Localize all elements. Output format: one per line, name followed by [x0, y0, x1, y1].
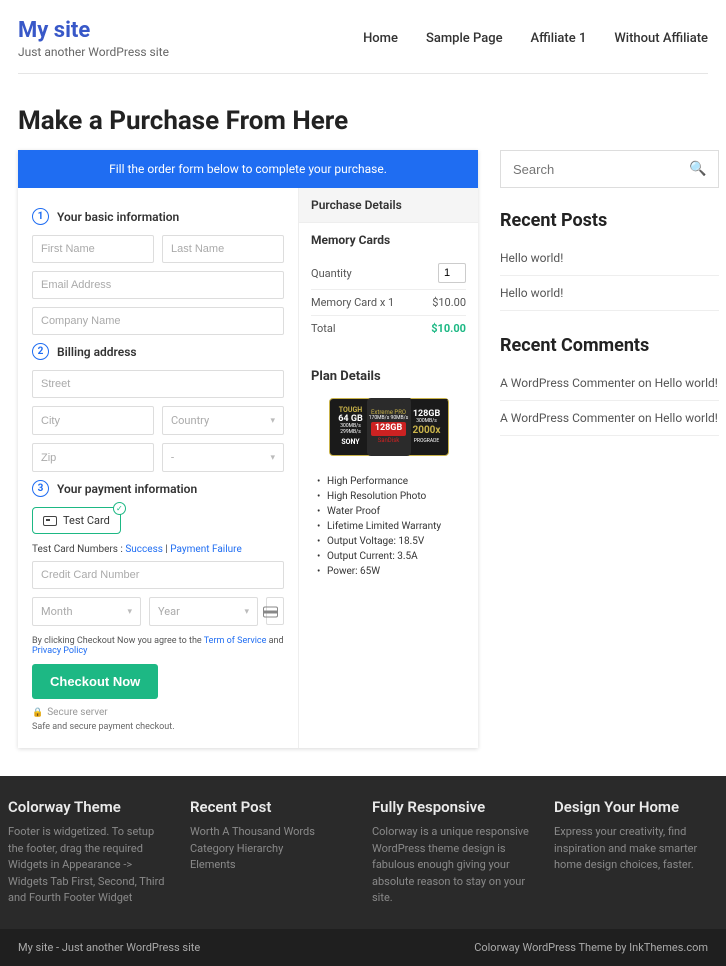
check-icon: ✓ [113, 502, 126, 515]
step-1-title: Your basic information [57, 210, 179, 224]
zip-input[interactable] [32, 443, 154, 472]
street-input[interactable] [32, 370, 284, 398]
nav-sample-page[interactable]: Sample Page [426, 31, 503, 46]
footer-post-link[interactable]: Worth A Thousand Words [190, 824, 354, 841]
step-3-title: Your payment information [57, 482, 197, 496]
tos-text: By clicking Checkout Now you agree to th… [32, 636, 284, 656]
sd-card-3: 128GB 300MB/s 2000x PROGRADE [405, 398, 449, 456]
feature-item: Water Proof [317, 504, 460, 519]
search-input[interactable] [513, 162, 689, 177]
payment-method-label: Test Card [63, 514, 110, 527]
recent-post-item[interactable]: Hello world! [500, 241, 719, 276]
card-icon [43, 516, 57, 526]
recent-posts-title: Recent Posts [500, 210, 719, 231]
feature-item: High Performance [317, 474, 460, 489]
quantity-input[interactable] [438, 263, 466, 283]
recent-comments-title: Recent Comments [500, 335, 719, 356]
nav-without-affiliate[interactable]: Without Affiliate [614, 31, 708, 46]
feature-item: Output Current: 3.5A [317, 549, 460, 564]
sd-card-2: Extreme PRO 170MB/s 90MB/s 128GB SanDisk [367, 398, 411, 456]
chevron-down-icon: ▾ [127, 607, 132, 617]
feature-item: Lifetime Limited Warranty [317, 519, 460, 534]
test-card-numbers: Test Card Numbers : Success | Payment Fa… [32, 544, 284, 555]
site-brand: My site Just another WordPress site [18, 18, 169, 59]
checkout-banner: Fill the order form below to complete yo… [18, 150, 478, 188]
footer-col-1: Colorway Theme Footer is widgetized. To … [8, 798, 172, 907]
chevron-down-icon: ▾ [270, 453, 275, 463]
recent-post-item[interactable]: Hello world! [500, 276, 719, 311]
sidebar: 🔍 Recent Posts Hello world! Hello world!… [500, 150, 719, 460]
purchase-details-header: Purchase Details [299, 188, 478, 223]
footer-post-link[interactable]: Elements [190, 857, 354, 874]
search-box[interactable]: 🔍 [500, 150, 719, 188]
primary-nav: Home Sample Page Affiliate 1 Without Aff… [363, 31, 708, 46]
step-1-num: 1 [32, 208, 49, 225]
chevron-down-icon: ▾ [244, 607, 249, 617]
city-input[interactable] [32, 406, 154, 435]
step-3-head: 3 Your payment information [32, 480, 284, 497]
search-icon[interactable]: 🔍 [689, 161, 706, 177]
last-name-input[interactable] [162, 235, 284, 263]
privacy-link[interactable]: Privacy Policy [32, 646, 87, 656]
footer-post-link[interactable]: Category Hierarchy [190, 841, 354, 858]
tcn-success-link[interactable]: Success [125, 544, 163, 555]
sd-card-1: TOUGH 64 GB 300MB/s 299MB/s SONY [329, 398, 373, 456]
cc-number-input[interactable] [32, 561, 284, 589]
month-select[interactable]: Month▾ [32, 597, 141, 626]
step-3-num: 3 [32, 480, 49, 497]
step-2-title: Billing address [57, 345, 137, 359]
feature-list: High Performance High Resolution Photo W… [299, 466, 478, 593]
chevron-down-icon: ▾ [270, 416, 275, 426]
line-item-label: Memory Card x 1 [311, 296, 394, 309]
tcn-failure-link[interactable]: Payment Failure [170, 544, 241, 555]
state-select[interactable]: -▾ [162, 443, 284, 472]
plan-details-title: Plan Details [311, 369, 466, 384]
payment-method-test-card[interactable]: Test Card ✓ [32, 507, 121, 534]
footer-col-4: Design Your Home Express your creativity… [554, 798, 718, 907]
main-column: Fill the order form below to complete yo… [18, 150, 478, 748]
checkout-card: Fill the order form below to complete yo… [18, 150, 478, 748]
country-select[interactable]: Country▾ [162, 406, 284, 435]
lock-icon: 🔒 [32, 708, 43, 718]
header-divider [18, 73, 708, 74]
tos-link[interactable]: Term of Service [204, 636, 267, 646]
recent-comment-item[interactable]: A WordPress Commenter on Hello world! [500, 401, 719, 436]
nav-affiliate-1[interactable]: Affiliate 1 [531, 31, 587, 46]
total-label: Total [311, 322, 336, 335]
total-value: $10.00 [431, 322, 466, 335]
email-input[interactable] [32, 271, 284, 299]
footer-right-text[interactable]: Colorway WordPress Theme by InkThemes.co… [474, 941, 708, 954]
page-title: Make a Purchase From Here [18, 106, 708, 136]
company-input[interactable] [32, 307, 284, 335]
plan-image: TOUGH 64 GB 300MB/s 299MB/s SONY Extreme… [299, 392, 478, 466]
footer: Colorway Theme Footer is widgetized. To … [0, 776, 726, 966]
secure-server: 🔒Secure server [32, 707, 284, 718]
first-name-input[interactable] [32, 235, 154, 263]
feature-item: High Resolution Photo [317, 489, 460, 504]
line-item-price: $10.00 [432, 296, 466, 309]
quantity-label: Quantity [311, 267, 352, 280]
footer-left-text: My site - Just another WordPress site [18, 941, 200, 954]
feature-item: Power: 65W [317, 564, 460, 579]
product-name: Memory Cards [311, 233, 466, 247]
feature-item: Output Voltage: 18.5V [317, 534, 460, 549]
footer-col-2: Recent Post Worth A Thousand Words Categ… [190, 798, 354, 907]
site-tagline: Just another WordPress site [18, 45, 169, 59]
recent-comment-item[interactable]: A WordPress Commenter on Hello world! [500, 366, 719, 401]
site-title[interactable]: My site [18, 18, 169, 43]
card-back-icon [263, 606, 278, 617]
year-select[interactable]: Year▾ [149, 597, 258, 626]
step-2-num: 2 [32, 343, 49, 360]
nav-home[interactable]: Home [363, 31, 398, 46]
safe-text: Safe and secure payment checkout. [32, 722, 284, 732]
step-1-head: 1 Your basic information [32, 208, 284, 225]
step-2-head: 2 Billing address [32, 343, 284, 360]
footer-col-3: Fully Responsive Colorway is a unique re… [372, 798, 536, 907]
checkout-button[interactable]: Checkout Now [32, 664, 158, 699]
